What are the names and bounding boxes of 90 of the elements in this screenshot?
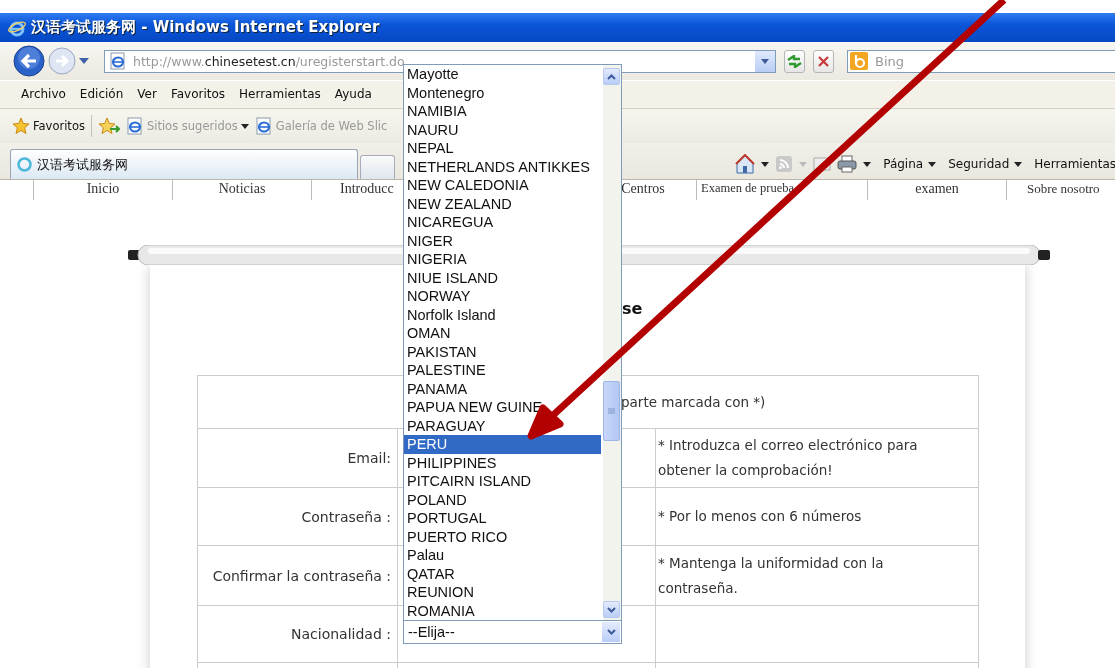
dropdown-option[interactable]: OMAN — [404, 324, 601, 343]
dropdown-option[interactable]: POLAND — [404, 490, 601, 509]
dropdown-option[interactable]: NIGERIA — [404, 250, 601, 269]
dropdown-option[interactable]: NAMIBIA — [404, 102, 601, 121]
dropdown-button[interactable] — [755, 50, 775, 72]
dropdown-option[interactable]: PHILIPPINES — [404, 453, 601, 472]
caret-icon[interactable] — [1014, 161, 1023, 167]
nav-link[interactable]: Centros — [621, 181, 665, 196]
menu-item[interactable]: Edición — [72, 85, 131, 103]
scroll-down-button[interactable] — [603, 601, 620, 618]
dropdown-option[interactable]: NIUE ISLAND — [404, 268, 601, 287]
search-field[interactable]: Bing — [847, 49, 1115, 73]
dropdown-option[interactable]: NETHERLANDS ANTIKKES — [404, 157, 601, 176]
page-icon — [125, 117, 144, 135]
field-label: Email: — [347, 450, 391, 466]
favorites-button[interactable]: Favoritos — [12, 117, 85, 135]
menu-item[interactable]: Favoritos — [163, 85, 233, 103]
caret-icon[interactable] — [928, 161, 937, 167]
scrollbar[interactable] — [603, 65, 621, 620]
window-title: 汉语考试服务网 - Windows Internet Explorer — [31, 18, 380, 37]
dropdown-option[interactable]: PUERTO RICO — [404, 527, 601, 546]
history-caret-icon[interactable] — [79, 58, 89, 64]
menu-item[interactable]: Ayuda — [327, 85, 379, 103]
dropdown-option[interactable]: PARAGUAY — [404, 416, 601, 435]
dropdown-option[interactable]: PERU — [404, 435, 601, 454]
chevron-down-icon — [607, 606, 616, 613]
dropdown-option[interactable]: PALESTINE — [404, 361, 601, 380]
close-icon — [818, 55, 829, 67]
dropdown-option[interactable]: PITCAIRN ISLAND — [404, 472, 601, 491]
form-title: se — [622, 299, 643, 318]
dropdown-option[interactable]: QATAR — [404, 564, 601, 583]
dropdown-option[interactable]: NEW ZEALAND — [404, 194, 601, 213]
add-favorite-icon[interactable] — [97, 117, 120, 135]
grip-icon — [608, 408, 615, 414]
dropdown-option[interactable]: REUNION — [404, 583, 601, 602]
scroll-up-button[interactable] — [603, 68, 620, 85]
dropdown-option[interactable]: PAKISTAN — [404, 342, 601, 361]
nav-link[interactable]: Sobre nosotro — [1027, 181, 1100, 196]
dropdown-option[interactable]: PANAMA — [404, 379, 601, 398]
nav-link[interactable]: examen — [915, 181, 959, 196]
field-hint: * Introduzca el correo electrónico para obtener la comprobación! — [658, 437, 918, 478]
command-menu[interactable]: Página — [883, 157, 937, 171]
dropdown-option[interactable]: NEW CALEDONIA — [404, 176, 601, 195]
dropdown-option[interactable]: NAURU — [404, 120, 601, 139]
menu-item[interactable]: Archivo — [14, 85, 73, 103]
page-icon — [254, 117, 273, 135]
chevron-down-icon[interactable] — [761, 58, 769, 64]
menu-item[interactable]: Ver — [130, 85, 164, 103]
print-icon[interactable] — [837, 155, 858, 173]
home-icon[interactable] — [735, 154, 756, 174]
dropdown-option[interactable]: PAPUA NEW GUINE — [404, 398, 601, 417]
dropdown-option[interactable]: Montenegro — [404, 83, 601, 102]
form-note: parte marcada con *) — [621, 394, 766, 410]
dropdown-option[interactable]: PORTUGAL — [404, 509, 601, 528]
dropdown-option[interactable]: NICAREGUA — [404, 213, 601, 232]
field-label: Confirmar la contraseña : — [212, 567, 391, 584]
stop-button[interactable] — [813, 49, 834, 73]
caret-icon[interactable] — [863, 161, 872, 167]
dropdown-option[interactable]: NORWAY — [404, 287, 601, 306]
nav-link[interactable]: Noticias — [218, 181, 266, 196]
loading-icon — [17, 157, 32, 172]
caret-icon[interactable] — [761, 161, 770, 167]
nationality-select[interactable]: --Elija-- — [403, 620, 622, 644]
browser-tab[interactable]: 汉语考试服务网 — [10, 149, 358, 179]
command-menu[interactable]: Seguridad — [948, 157, 1023, 171]
refresh-button[interactable] — [784, 49, 805, 73]
nav-link[interactable]: Examen de prueba — [701, 181, 794, 195]
field-label: Contraseña : — [301, 508, 391, 525]
scroll-thumb[interactable] — [603, 381, 620, 441]
dropdown-option[interactable]: NEPAL — [404, 139, 601, 158]
star-icon — [12, 117, 30, 135]
menu-item[interactable]: Herramientas — [232, 85, 328, 103]
field-hint: * Por lo menos con 6 números — [658, 508, 862, 524]
field-hint: * Mantenga la uniformidad con la contraseña. — [658, 554, 884, 596]
command-menu[interactable]: Herramientas — [1034, 157, 1115, 171]
dropdown-option[interactable]: NIGER — [404, 231, 601, 250]
back-button[interactable] — [13, 45, 45, 77]
dropdown-option[interactable]: Palau — [404, 546, 601, 565]
caret-icon[interactable] — [240, 123, 249, 129]
page-icon — [109, 52, 127, 70]
nav-link[interactable]: Introducc — [340, 181, 394, 196]
dropdown-option[interactable]: Norfolk Island — [404, 305, 601, 324]
field-label: Nacionalidad : — [291, 626, 391, 642]
nav-link[interactable]: Inicio — [86, 181, 120, 196]
url-text: http://www.chinesetest.cn/uregisterstart.do — [133, 53, 405, 69]
refresh-icon — [787, 54, 802, 68]
chevron-down-icon — [606, 629, 616, 635]
chevron-up-icon — [607, 73, 616, 80]
dropdown-option[interactable]: ROMANIA — [404, 601, 601, 620]
browser-logo-icon — [8, 18, 26, 37]
